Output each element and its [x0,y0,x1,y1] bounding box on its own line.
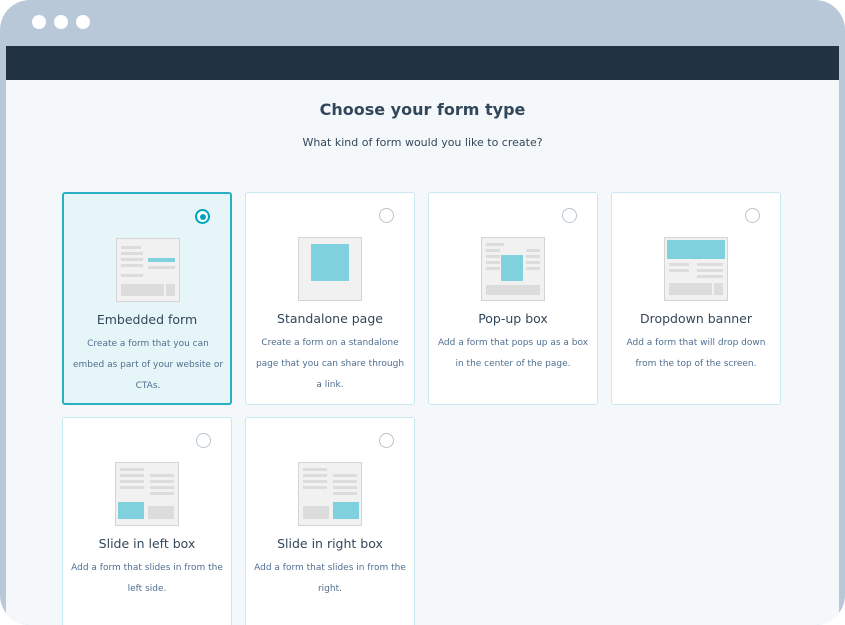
card-description: Add a form that slides in from the right… [254,563,406,594]
card-description: Create a form that you can embed as part… [72,339,224,391]
card-title: Slide in right box [277,536,383,551]
form-type-card-dropdown[interactable]: Dropdown banner Add a form that will dro… [611,192,781,405]
form-type-card-slide-left[interactable]: Slide in left box Add a form that slides… [62,417,232,625]
embedded-form-icon [116,238,180,302]
card-description: Create a form on a standalone page that … [255,338,405,390]
form-type-card-embedded[interactable]: Embedded form Create a form that you can… [62,192,232,405]
popup-box-icon [481,237,545,301]
form-type-page: Choose your form type What kind of form … [6,80,839,625]
card-description: Add a form that will drop down from the … [626,338,766,369]
form-type-card-standalone[interactable]: Standalone page Create a form on a stand… [245,192,415,405]
card-title: Pop-up box [478,311,548,326]
dropdown-banner-icon [664,237,728,301]
radio-button[interactable] [379,208,394,223]
card-title: Slide in left box [98,536,196,551]
radio-button[interactable] [379,433,394,448]
radio-button[interactable] [195,209,210,224]
card-title: Standalone page [277,311,383,326]
form-type-card-slide-right[interactable]: Slide in right box Add a form that slide… [245,417,415,625]
card-description: Add a form that pops up as a box in the … [437,338,589,369]
radio-button[interactable] [745,208,760,223]
page-title: Choose your form type [319,100,526,119]
window-control-dot[interactable] [54,15,68,29]
card-title: Dropdown banner [639,311,753,326]
standalone-page-icon [298,237,362,301]
top-navigation-bar [6,46,839,80]
card-title: Embedded form [96,312,198,327]
window-control-dot[interactable] [76,15,90,29]
form-type-card-popup[interactable]: Pop-up box Add a form that pops up as a … [428,192,598,405]
browser-window: Choose your form type What kind of form … [0,0,845,625]
radio-button[interactable] [562,208,577,223]
slide-in-left-icon [115,462,179,526]
card-description: Add a form that slides in from the left … [71,563,223,594]
slide-in-right-icon [298,462,362,526]
window-control-dot[interactable] [32,15,46,29]
page-subtitle: What kind of form would you like to crea… [302,136,543,149]
radio-button[interactable] [196,433,211,448]
